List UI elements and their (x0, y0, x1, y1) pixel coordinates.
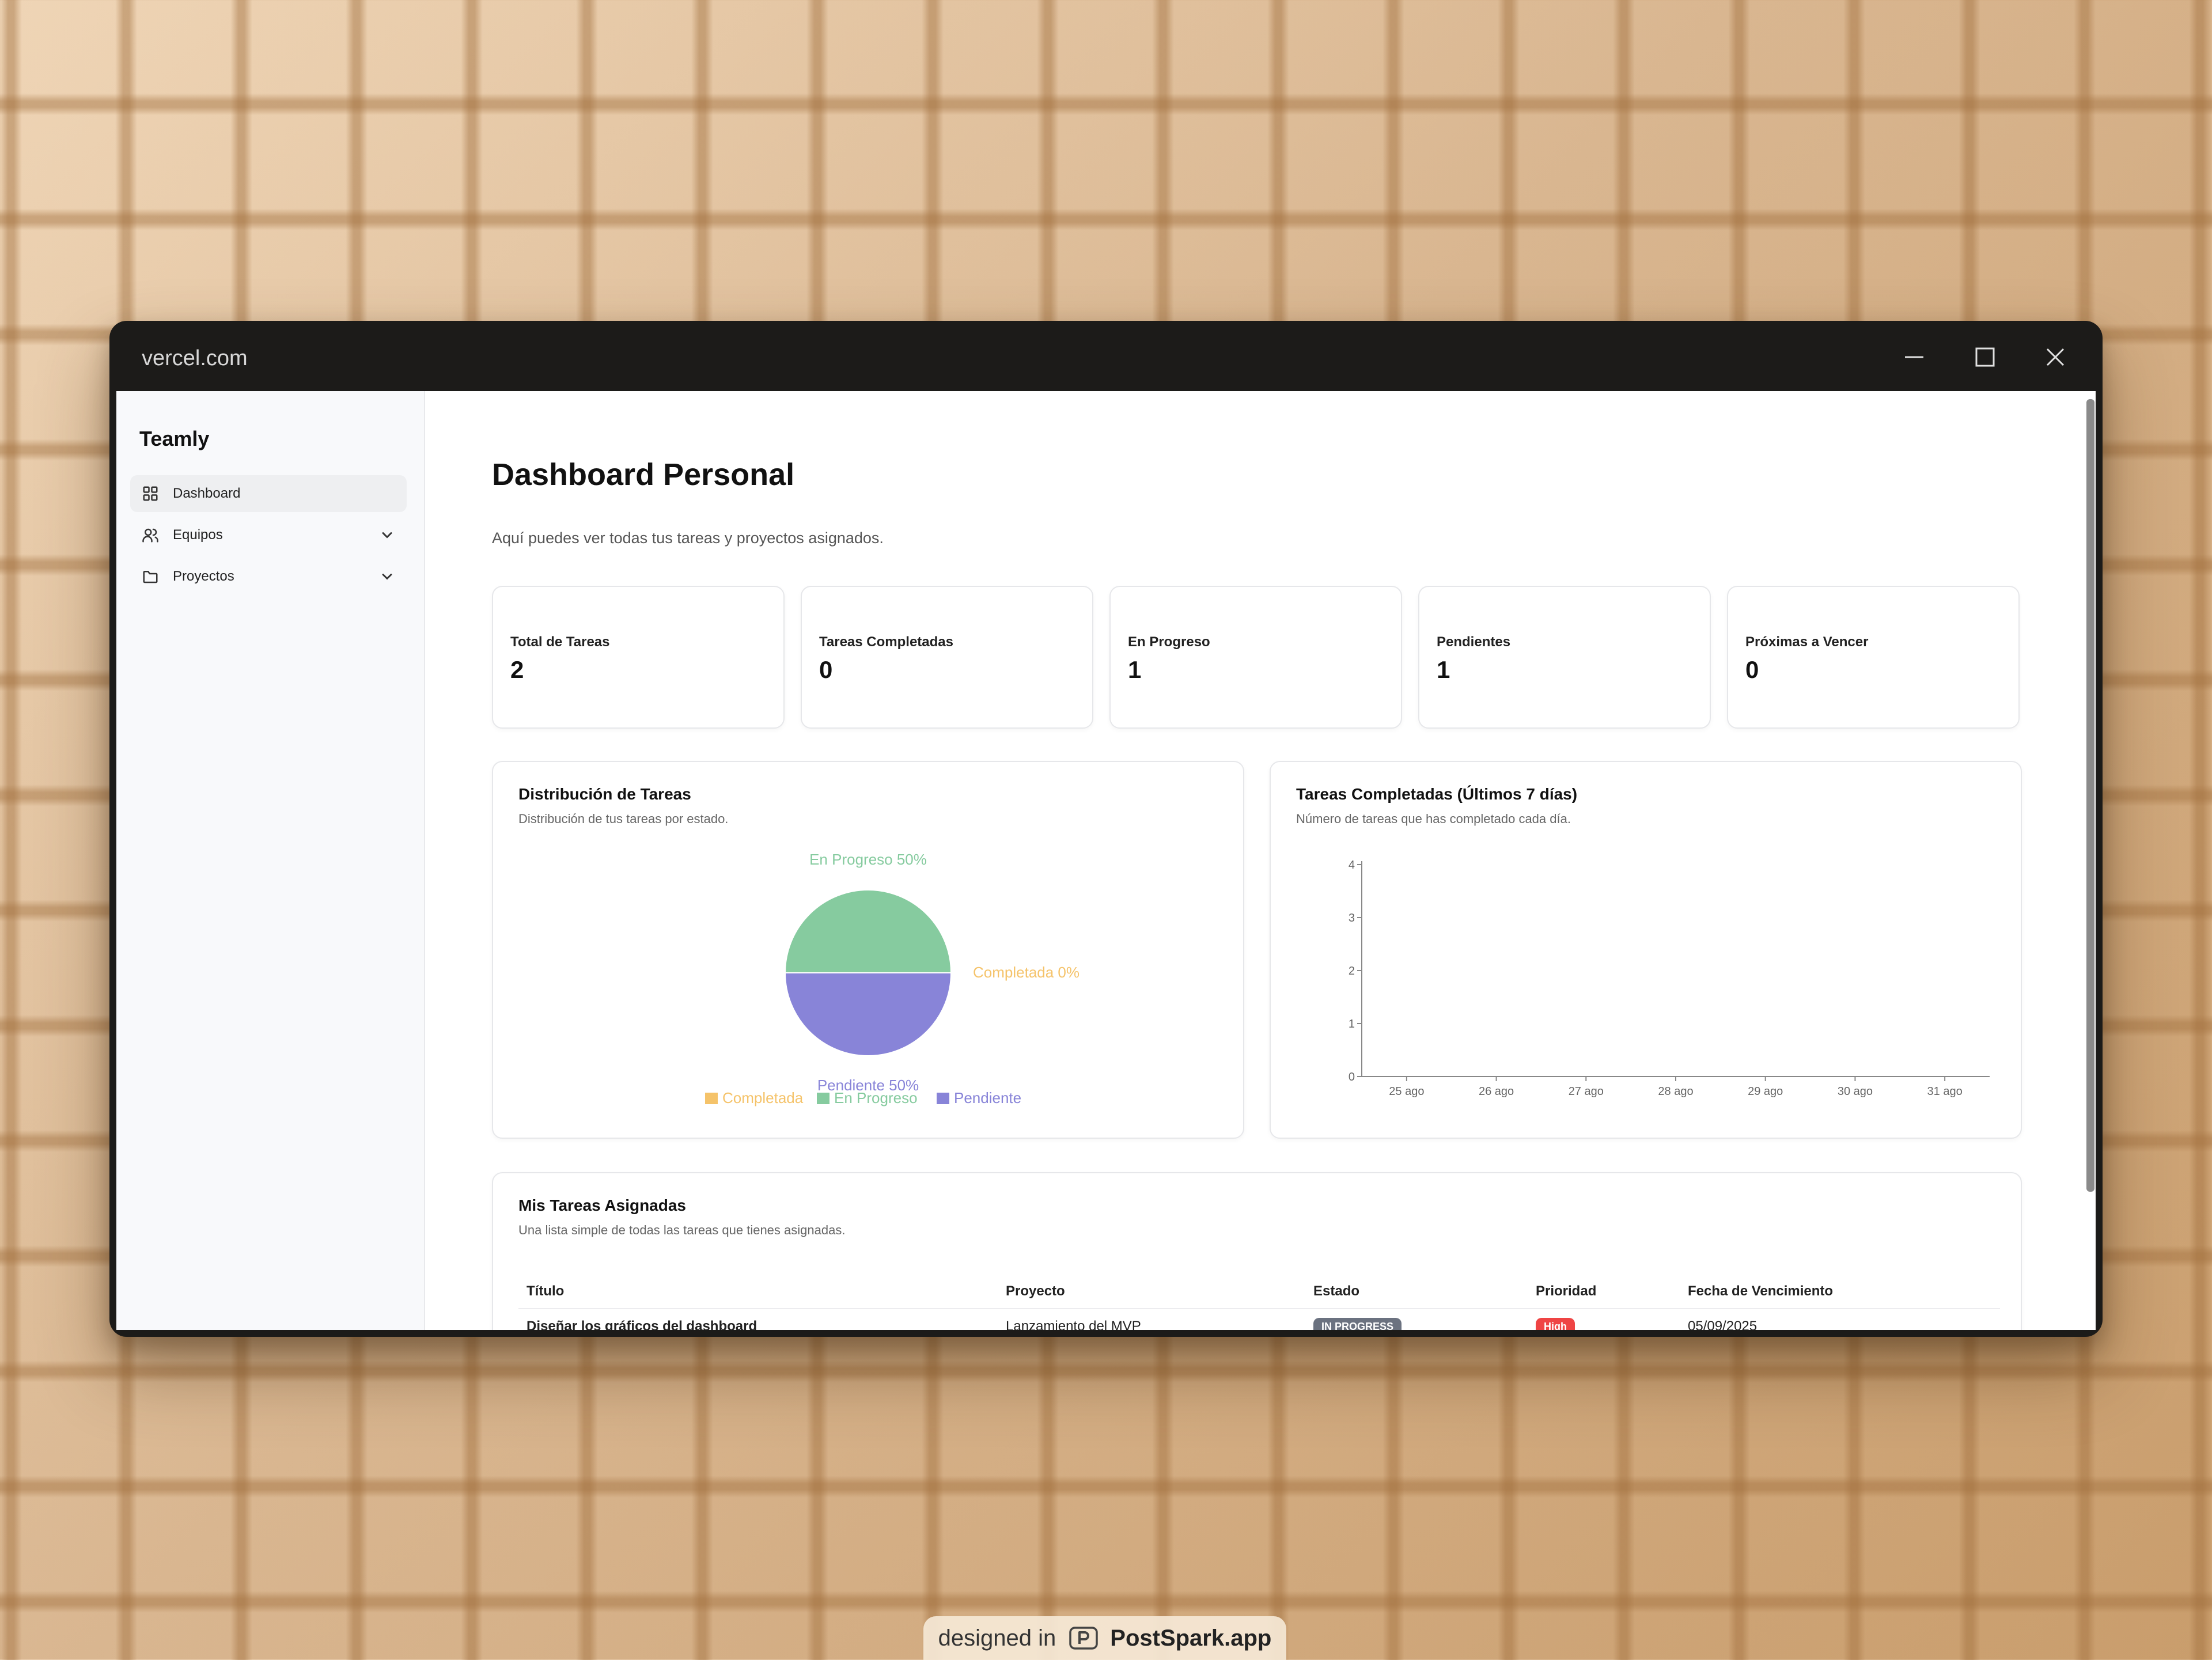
maximize-icon (1975, 347, 1995, 367)
close-icon (2046, 348, 2065, 366)
sidebar-item-proyectos[interactable]: Proyectos (130, 558, 407, 595)
stat-card-in-progress: En Progreso 1 (1109, 586, 1402, 729)
sidebar-item-label: Equipos (173, 527, 223, 543)
legend-item: En Progreso (834, 1089, 918, 1106)
task-status-cell: IN PROGRESS (1305, 1309, 1528, 1330)
minimize-icon (1905, 356, 1923, 358)
task-due-date: 05/09/2025 (1688, 1318, 1758, 1330)
sidebar-item-label: Dashboard (173, 486, 241, 501)
page-scrollbar[interactable] (2084, 391, 2096, 1330)
stat-label: Próximas a Vencer (1745, 634, 1869, 650)
stat-label: Total de Tareas (510, 634, 610, 650)
scrollbar-thumb[interactable] (2086, 399, 2094, 1192)
x-tick-label: 31 ago (1927, 1085, 1963, 1098)
sidebar-item-equipos[interactable]: Equipos (130, 517, 407, 554)
stat-value: 0 (819, 656, 833, 683)
legend-swatch (817, 1093, 830, 1104)
window-url: vercel.com (142, 346, 248, 370)
y-tick-label: 1 (1349, 1018, 1355, 1030)
close-button[interactable] (2035, 337, 2075, 377)
legend-swatch (705, 1093, 718, 1104)
pie-slice (784, 972, 952, 1056)
bar-chart: 0 1 2 3 4 25 ago 26 ago 27 ago 28 ago 29 ago 30 ag… (1349, 859, 1990, 1098)
y-tick-label: 0 (1349, 1071, 1355, 1083)
stat-value: 1 (1437, 656, 1450, 683)
sidebar-item-label: Proyectos (173, 569, 234, 584)
page-title: Dashboard Personal (492, 457, 795, 492)
status-badge: IN PROGRESS (1313, 1317, 1402, 1330)
x-tick-label: 29 ago (1748, 1085, 1783, 1098)
column-header-project[interactable]: Proyecto (998, 1275, 1305, 1309)
stat-value: 2 (510, 656, 524, 683)
legend-swatch (937, 1093, 949, 1104)
task-project: Lanzamiento del MVP (1006, 1318, 1141, 1330)
column-header-due-date[interactable]: Fecha de Vencimiento (1680, 1275, 2000, 1309)
stat-label: En Progreso (1128, 634, 1210, 650)
stat-value: 0 (1745, 656, 1759, 683)
chevron-down-icon[interactable] (379, 527, 395, 543)
card-title: Mis Tareas Asignadas (518, 1196, 687, 1214)
page-subtitle: Aquí puedes ver todas tus tareas y proye… (492, 529, 884, 547)
task-priority-cell: High (1528, 1309, 1680, 1330)
y-tick-label: 3 (1349, 912, 1355, 924)
column-header-status[interactable]: Estado (1305, 1275, 1528, 1309)
x-tick-label: 27 ago (1569, 1085, 1604, 1098)
minimize-button[interactable] (1894, 337, 1934, 377)
x-tick-label: 25 ago (1389, 1085, 1424, 1098)
tasks-card: Mis Tareas Asignadas Una lista simple de… (492, 1172, 2022, 1330)
footer-brand: PostSpark.app (1110, 1625, 1272, 1651)
x-tick-label: 26 ago (1479, 1085, 1514, 1098)
stat-card-pending: Pendientes 1 (1418, 586, 1711, 729)
legend-item: Pendiente (954, 1089, 1021, 1106)
folder-icon (142, 568, 159, 585)
brand-logo-text: Teamly (139, 427, 210, 450)
grid-icon (142, 485, 159, 502)
title-bar: vercel.com (109, 321, 2103, 391)
pie-slice-label: Completada 0% (973, 964, 1080, 981)
bar-chart-card: Tareas Completadas (Últimos 7 días) Núme… (1270, 761, 2022, 1139)
stat-label: Pendientes (1437, 634, 1511, 650)
pie-slice-label: En Progreso 50% (809, 851, 927, 868)
column-header-priority[interactable]: Prioridad (1528, 1275, 1680, 1309)
x-tick-label: 28 ago (1658, 1085, 1693, 1098)
table-header-row: Título Proyecto Estado Prioridad Fecha d… (518, 1275, 2000, 1309)
task-title[interactable]: Diseñar los gráficos del dashboard (518, 1309, 998, 1330)
sidebar-item-dashboard[interactable]: Dashboard (130, 475, 407, 512)
priority-badge: High (1536, 1317, 1575, 1330)
stat-card-completed: Tareas Completadas 0 (801, 586, 1093, 729)
tasks-table: Título Proyecto Estado Prioridad Fecha d… (518, 1275, 2000, 1330)
legend-item: Completada (722, 1089, 804, 1106)
postspark-badge: designed in PostSpark.app (923, 1616, 1286, 1660)
y-tick-label: 4 (1349, 859, 1355, 871)
x-tick-label: 30 ago (1838, 1085, 1873, 1098)
stat-card-due-soon: Próximas a Vencer 0 (1727, 586, 2020, 729)
y-tick-label: 2 (1349, 965, 1355, 977)
page-viewport: Teamly Dashboard Equipos Proyectos Dashb… (116, 391, 2096, 1330)
column-header-title[interactable]: Título (518, 1275, 998, 1309)
sidebar: Teamly Dashboard Equipos Proyectos (116, 391, 425, 1330)
postspark-logo-icon (1069, 1627, 1099, 1650)
browser-window: vercel.com Teamly Dashboard Equipos Proy… (109, 321, 2103, 1337)
card-description: Una lista simple de todas las tareas que… (518, 1223, 846, 1237)
footer-prefix: designed in (938, 1625, 1056, 1651)
pie-chart: Completada 0%En Progreso 50%Pendiente 50… (705, 851, 1080, 1106)
stat-value: 1 (1128, 656, 1142, 683)
users-icon (142, 526, 159, 544)
stat-label: Tareas Completadas (819, 634, 953, 650)
pie-chart-card: Distribución de Tareas Distribución de t… (492, 761, 1244, 1139)
maximize-button[interactable] (1965, 337, 2005, 377)
pie-slice (784, 889, 952, 973)
main-content: Dashboard Personal Aquí puedes ver todas… (424, 391, 2096, 1330)
table-row[interactable]: Diseñar los gráficos del dashboard Lanza… (518, 1309, 2000, 1330)
stat-card-total: Total de Tareas 2 (492, 586, 785, 729)
chevron-down-icon[interactable] (379, 569, 395, 585)
